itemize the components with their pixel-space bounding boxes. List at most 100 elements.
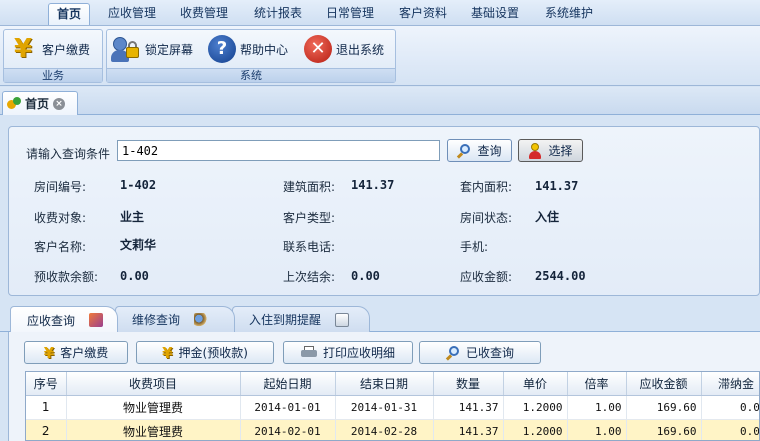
menu-daily[interactable]: 日常管理 <box>318 3 382 25</box>
room-no-label: 房间编号: <box>34 180 87 194</box>
query-input[interactable] <box>117 140 440 161</box>
charge-target-label: 收费对象: <box>34 211 87 225</box>
search-button-label: 查询 <box>477 144 502 158</box>
pay-button[interactable]: ¥ 客户缴费 <box>24 341 128 364</box>
receivable-table: 序号 收费项目 起始日期 结束日期 数量 单价 倍率 应收金额 滞纳金 总 1 … <box>25 371 760 441</box>
doc-tab-home[interactable]: 首页 × <box>2 91 78 115</box>
cell-end-date: 2014-02-28 <box>335 419 434 440</box>
menu-receivable[interactable]: 应收管理 <box>100 3 164 25</box>
ribbon: ¥ 客户缴费 业务 锁定屏幕 ? 帮助中心 ✕ 退出系统 系统 <box>0 26 760 86</box>
document-tab-strip: 首页 × <box>0 87 760 115</box>
inner-area-value: 141.37 <box>535 179 579 193</box>
last-balance-label: 上次结余: <box>283 270 336 284</box>
magnifier-icon <box>445 345 460 361</box>
tab-repair-query[interactable]: 维修查询 <box>115 306 235 332</box>
menu-settings[interactable]: 基础设置 <box>463 3 527 25</box>
cell-item: 物业管理费 <box>66 395 241 420</box>
cell-receivable: 169.60 <box>626 395 702 420</box>
ribbon-exit-label: 退出系统 <box>336 42 385 57</box>
col-end-date[interactable]: 结束日期 <box>335 372 434 396</box>
menu-home[interactable]: 首页 <box>48 3 91 25</box>
tab-repair-query-label: 维修查询 <box>132 313 181 327</box>
cell-seq: 2 <box>26 419 67 440</box>
menu-bar: 首页 应收管理 收费管理 统计报表 日常管理 客户资料 基础设置 系统维护 <box>0 0 760 26</box>
col-rate[interactable]: 倍率 <box>567 372 627 396</box>
paid-query-button[interactable]: 已收查询 <box>419 341 541 364</box>
tab-checkin-reminder[interactable]: 入住到期提醒 <box>232 306 370 332</box>
deposit-button-label: 押金(预收款) <box>178 346 248 360</box>
cell-end-date: 2014-01-31 <box>335 395 434 420</box>
cell-late-fee: 0.00 <box>701 419 759 440</box>
table-header: 序号 收费项目 起始日期 结束日期 数量 单价 倍率 应收金额 滞纳金 总 <box>26 372 759 396</box>
ribbon-pay-button[interactable]: ¥ 客户缴费 <box>8 34 90 64</box>
repair-people-icon <box>194 312 209 327</box>
room-no-value: 1-402 <box>120 178 157 192</box>
col-quantity[interactable]: 数量 <box>433 372 504 396</box>
tab-receivable-query[interactable]: 应收查询 <box>10 306 118 333</box>
customer-name-label: 客户名称: <box>34 240 87 254</box>
search-button[interactable]: 查询 <box>447 139 512 162</box>
help-icon: ? <box>208 35 236 63</box>
customer-name-value: 文莉华 <box>120 238 157 252</box>
cell-unit-price: 1.2000 <box>503 419 568 440</box>
ribbon-help-label: 帮助中心 <box>240 42 289 57</box>
print-button[interactable]: 打印应收明细 <box>283 341 413 364</box>
charge-target-value: 业主 <box>120 210 145 224</box>
phone-label: 联系电话: <box>283 240 336 254</box>
yen-icon: ¥ <box>162 343 173 362</box>
ribbon-pay-label: 客户缴费 <box>42 42 91 57</box>
lock-user-icon <box>111 35 141 63</box>
table-row[interactable]: 2 物业管理费 2014-02-01 2014-02-28 141.37 1.2… <box>26 419 759 440</box>
menu-customers[interactable]: 客户资料 <box>391 3 455 25</box>
cell-unit-price: 1.2000 <box>503 395 568 420</box>
inner-area-label: 套内面积: <box>460 180 513 194</box>
col-late-fee[interactable]: 滞纳金 <box>701 372 759 396</box>
room-status-label: 房间状态: <box>460 211 513 225</box>
ribbon-help-button[interactable]: ? 帮助中心 <box>208 34 288 64</box>
pay-button-label: 客户缴费 <box>60 346 109 360</box>
ribbon-group-system: 锁定屏幕 ? 帮助中心 ✕ 退出系统 系统 <box>106 29 396 83</box>
ribbon-group-business-label: 业务 <box>4 68 102 82</box>
cell-late-fee: 0.00 <box>701 395 759 420</box>
room-status-value: 入住 <box>535 210 560 224</box>
yen-icon: ¥ <box>13 34 33 64</box>
col-start-date[interactable]: 起始日期 <box>240 372 336 396</box>
box-icon <box>89 313 104 327</box>
customer-type-label: 客户类型: <box>283 211 336 225</box>
print-button-label: 打印应收明细 <box>322 346 395 360</box>
receivable-value: 2544.00 <box>535 269 586 283</box>
tab-checkin-reminder-label: 入住到期提醒 <box>249 313 322 327</box>
col-item[interactable]: 收费项目 <box>66 372 241 396</box>
menu-charges[interactable]: 收费管理 <box>172 3 236 25</box>
exit-icon: ✕ <box>304 35 332 63</box>
col-unit-price[interactable]: 单价 <box>503 372 568 396</box>
ribbon-group-business: ¥ 客户缴费 业务 <box>3 29 103 83</box>
select-button[interactable]: 选择 <box>518 139 583 162</box>
printer-icon <box>300 346 317 359</box>
tab-receivable-query-label: 应收查询 <box>27 313 76 328</box>
col-seq[interactable]: 序号 <box>26 372 67 396</box>
calendar-icon <box>335 312 350 327</box>
magnifier-icon <box>457 143 471 159</box>
menu-maintenance[interactable]: 系统维护 <box>537 3 601 25</box>
cell-rate: 1.00 <box>567 395 627 420</box>
query-label: 请输入查询条件 <box>26 147 111 161</box>
close-icon[interactable]: × <box>53 97 66 110</box>
yen-icon: ¥ <box>43 343 55 362</box>
cell-quantity: 141.37 <box>433 419 504 440</box>
ribbon-lock-button[interactable]: 锁定屏幕 <box>111 34 193 64</box>
table-row[interactable]: 1 物业管理费 2014-01-01 2014-01-31 141.37 1.2… <box>26 395 759 420</box>
cell-item: 物业管理费 <box>66 419 241 440</box>
cell-start-date: 2014-01-01 <box>240 395 336 420</box>
deposit-button[interactable]: ¥ 押金(预收款) <box>136 341 274 364</box>
cell-seq: 1 <box>26 395 67 420</box>
select-button-label: 选择 <box>548 144 573 158</box>
doc-tab-home-label: 首页 <box>25 97 50 111</box>
receivable-label: 应收金额: <box>460 270 513 284</box>
cell-start-date: 2014-02-01 <box>240 419 336 440</box>
menu-reports[interactable]: 统计报表 <box>246 3 310 25</box>
prepaid-value: 0.00 <box>120 269 149 283</box>
ribbon-exit-button[interactable]: ✕ 退出系统 <box>304 34 384 64</box>
col-receivable[interactable]: 应收金额 <box>626 372 702 396</box>
person-icon <box>528 142 542 159</box>
